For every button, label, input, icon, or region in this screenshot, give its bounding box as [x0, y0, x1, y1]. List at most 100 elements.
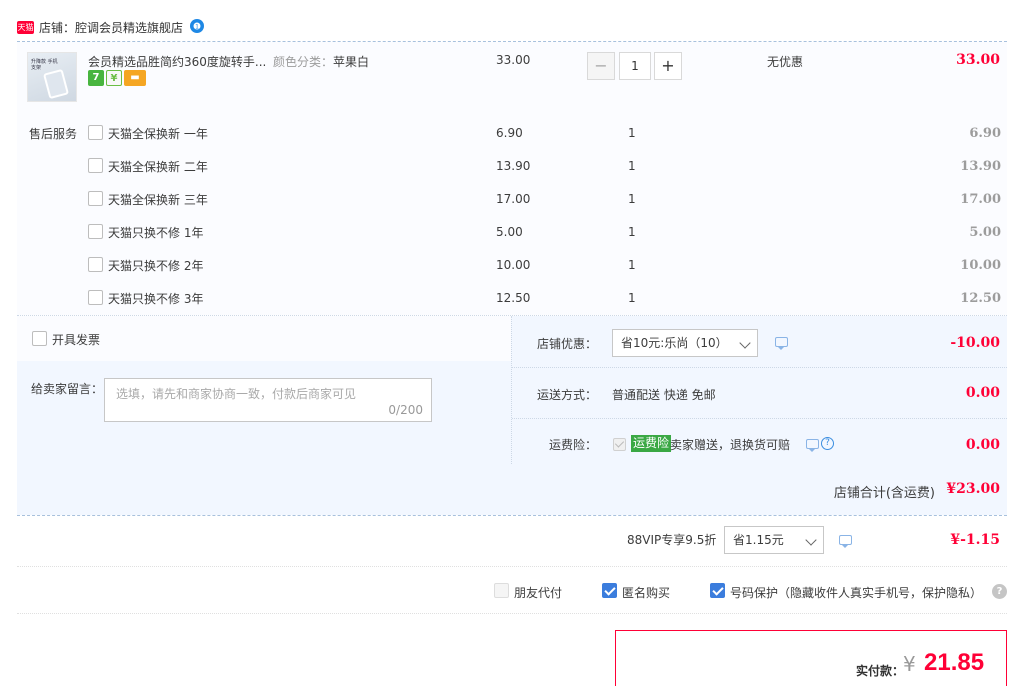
help-icon[interactable]: ? — [992, 584, 1007, 599]
seven-day-return-icon: 7 — [88, 70, 104, 86]
invoice-label: 开具发票 — [52, 333, 101, 347]
chevron-down-icon — [739, 337, 751, 349]
promo-icons: 7 ¥ ▬ — [88, 70, 148, 88]
qty-minus-button[interactable]: − — [587, 52, 615, 80]
shipping-method: 普通配送 快递 免邮 — [612, 388, 716, 402]
invoice-checkbox[interactable] — [32, 331, 47, 346]
order-info-area: 开具发票 给卖家留言： 选填，请先和商家协商一致，付款后商家可见 0/200 店… — [17, 316, 1007, 464]
service-price: 10.00 — [496, 258, 531, 272]
shipping-value: 0.00 — [965, 385, 1000, 401]
shop-name-link[interactable]: 店铺：腔调会员精选旗舰店 — [39, 19, 183, 36]
insurance-value: 0.00 — [965, 437, 1000, 453]
qty-plus-button[interactable]: + — [654, 52, 682, 80]
payment-label: 实付款： — [856, 664, 905, 678]
question-icon[interactable]: ? — [821, 437, 834, 450]
service-qty: 1 — [628, 225, 636, 239]
coupon-row: 店铺优惠： 省10元:乐尚（10） -10.00 — [512, 316, 1007, 367]
chat-bubble-icon[interactable] — [775, 337, 788, 350]
shop-total-value: ¥23.00 — [946, 481, 1000, 497]
service-checkbox[interactable] — [88, 224, 103, 239]
shipping-label: 运送方式： — [537, 388, 598, 402]
service-qty: 1 — [628, 126, 636, 140]
friend-pay-checkbox[interactable] — [494, 583, 509, 598]
coupon-label: 店铺优惠： — [537, 337, 598, 351]
service-checkbox[interactable] — [88, 191, 103, 206]
payment-amount: 21.85 — [924, 649, 985, 676]
chat-bubble-icon[interactable] — [839, 535, 852, 548]
unit-price: 33.00 — [496, 53, 531, 67]
service-qty: 1 — [628, 159, 636, 173]
insurance-label: 运费险： — [549, 438, 598, 452]
vip-label: 88VIP专享9.5折 — [627, 533, 717, 547]
vip-select[interactable]: 省1.15元 — [724, 526, 824, 554]
service-checkbox[interactable] — [88, 257, 103, 272]
chat-bubble-icon[interactable] — [806, 439, 819, 452]
service-row: 天猫全保换新 三年 17.00 1 17.00 — [17, 184, 1007, 217]
service-checkbox[interactable] — [88, 158, 103, 173]
anonymous-checkbox[interactable] — [602, 583, 617, 598]
wangwang-chat-icon[interactable]: 1 — [189, 18, 205, 34]
service-total: 6.90 — [969, 126, 1001, 141]
seller-message-input[interactable]: 选填，请先和商家协商一致，付款后商家可见 0/200 — [104, 378, 432, 422]
product-sku: 颜色分类：苹果白 — [273, 55, 370, 69]
shop-total-label: 店铺合计(含运费) — [833, 486, 935, 501]
insurance-checkbox — [613, 438, 626, 451]
service-qty: 1 — [628, 192, 636, 206]
service-row: 天猫只换不修 3年 12.50 1 12.50 — [17, 283, 1007, 316]
service-name: 天猫只换不修 2年 — [108, 259, 204, 273]
service-name: 天猫只换不修 1年 — [108, 226, 204, 240]
payment-summary: 实付款： ¥ 21.85 — [615, 630, 1007, 686]
product-thumbnail[interactable]: 升降款 手机支架 — [27, 52, 77, 102]
coupon-select[interactable]: 省10元:乐尚（10） — [612, 329, 758, 357]
shipping-row: 运送方式： 普通配送 快递 免邮 0.00 — [512, 368, 1007, 418]
chevron-down-icon — [805, 534, 817, 546]
service-checkbox[interactable] — [88, 125, 103, 140]
order-options-row: 朋友代付 匿名购买 号码保护（隐藏收件人真实手机号，保护隐私） ? — [17, 566, 1007, 614]
privacy-label: 号码保护（隐藏收件人真实手机号，保护隐私） — [730, 586, 983, 600]
service-name: 天猫全保换新 三年 — [108, 193, 208, 207]
service-price: 5.00 — [496, 225, 523, 239]
anonymous-label: 匿名购买 — [622, 586, 671, 600]
message-placeholder: 选填，请先和商家协商一致，付款后商家可见 — [116, 387, 357, 401]
service-checkbox[interactable] — [88, 290, 103, 305]
insurance-tag: 运费险 — [631, 435, 672, 452]
service-total: 12.50 — [960, 291, 1001, 306]
qty-input[interactable]: 1 — [619, 52, 651, 80]
vip-discount-row: 88VIP专享9.5折 省1.15元 ¥-1.15 — [17, 516, 1007, 566]
svg-text:1: 1 — [195, 24, 199, 31]
item-discount: 无优惠 — [767, 55, 804, 69]
service-name: 天猫全保换新 二年 — [108, 160, 208, 174]
service-total: 10.00 — [960, 258, 1001, 273]
product-title-link[interactable]: 会员精选品胜简约360度旋转手... — [88, 53, 268, 70]
service-price: 13.90 — [496, 159, 531, 173]
privacy-checkbox[interactable] — [710, 583, 725, 598]
shop-header: 天猫 店铺：腔调会员精选旗舰店 1 — [17, 14, 1007, 42]
service-price: 6.90 — [496, 126, 523, 140]
item-subtotal: 33.00 — [956, 52, 1000, 68]
payment-currency: ¥ — [903, 652, 916, 676]
card-payment-icon: ▬ — [124, 70, 146, 86]
service-name: 天猫全保换新 一年 — [108, 127, 208, 141]
invoice-row: 开具发票 — [17, 316, 511, 361]
cashback-icon: ¥ — [106, 70, 122, 86]
right-pane: 店铺优惠： 省10元:乐尚（10） -10.00 运送方式： 普通配送 快递 免… — [512, 316, 1007, 464]
tmall-logo-icon: 天猫 — [17, 21, 34, 34]
service-name: 天猫只换不修 3年 — [108, 292, 204, 306]
service-row: 天猫全保换新 一年 6.90 1 6.90 — [17, 118, 1007, 151]
service-qty: 1 — [628, 291, 636, 305]
service-row: 天猫只换不修 1年 5.00 1 5.00 — [17, 217, 1007, 250]
friend-pay-label: 朋友代付 — [514, 586, 563, 600]
left-pane: 开具发票 给卖家留言： 选填，请先和商家协商一致，付款后商家可见 0/200 — [17, 316, 511, 464]
service-total: 13.90 — [960, 159, 1001, 174]
service-price: 17.00 — [496, 192, 531, 206]
service-total: 17.00 — [960, 192, 1001, 207]
order-item-area: 升降款 手机支架 会员精选品胜简约360度旋转手... 颜色分类：苹果白 7 ¥ ▬… — [17, 42, 1007, 315]
service-price: 12.50 — [496, 291, 531, 305]
service-row: 天猫只换不修 2年 10.00 1 10.00 — [17, 250, 1007, 283]
coupon-value: -10.00 — [950, 335, 1000, 351]
service-row: 天猫全保换新 二年 13.90 1 13.90 — [17, 151, 1007, 184]
vip-value: ¥-1.15 — [950, 532, 1000, 548]
message-char-count: 0/200 — [388, 403, 423, 417]
insurance-desc: 卖家赠送，退换货可赔 — [670, 438, 791, 452]
shop-total-row: 店铺合计(含运费) ¥23.00 — [17, 464, 1007, 515]
